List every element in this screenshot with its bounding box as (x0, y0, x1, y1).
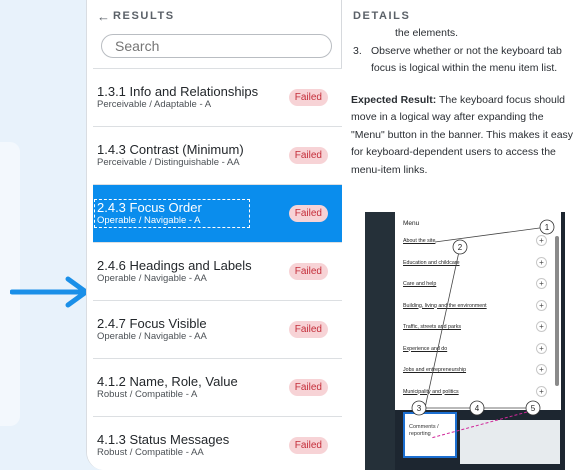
result-item[interactable]: 4.1.3 Status Messages Robust / Compatible… (93, 416, 342, 470)
expected-label: Expected Result: (351, 93, 437, 106)
result-item[interactable]: 2.4.3 Focus Order Operable / Navigable - … (93, 184, 342, 242)
result-category: Robust / Compatible - AA (97, 447, 204, 458)
svg-text:2: 2 (458, 243, 463, 252)
step-text: Observe whether or not the keyboard tab … (371, 44, 562, 75)
result-item[interactable]: 1.4.3 Contrast (Minimum) Perceivable / Di… (93, 126, 342, 184)
figure-step-marker: 5 (525, 400, 541, 416)
figure-step-marker: 1 (539, 219, 555, 235)
result-text: 1.4.3 Contrast (Minimum) Perceivable / Di… (93, 142, 244, 169)
figure-connector-line (434, 226, 548, 243)
result-text: 4.1.3 Status Messages Robust / Compatible… (93, 432, 229, 459)
figure-annotations: 1 2 3 4 5 (411, 219, 555, 439)
result-text: 4.1.2 Name, Role, Value Robust / Compatib… (93, 374, 238, 401)
expected-result: Expected Result: The keyboard focus shou… (351, 92, 575, 180)
result-title: 4.1.2 Name, Role, Value (97, 374, 238, 389)
status-badge: Failed (288, 205, 328, 222)
focus-indicator (94, 199, 250, 228)
details-body: the elements. 3. Observe whether or not t… (343, 25, 580, 179)
details-panel: DETAILS the elements. 3. Observe whether … (343, 0, 580, 470)
screenshot-figure: Menu About the site + Education and childc… (365, 212, 565, 470)
result-category: Robust / Compatible - A (97, 389, 198, 400)
figure-step-marker: 2 (452, 239, 468, 255)
result-text: 1.3.1 Info and Relationships Perceivable … (93, 84, 258, 111)
result-text: 2.4.6 Headings and Labels Operable / Navi… (93, 258, 252, 285)
status-badge: Failed (288, 147, 328, 164)
result-item[interactable]: 2.4.7 Focus Visible Operable / Navigable … (93, 300, 342, 358)
step-3: 3. Observe whether or not the keyboard ta… (351, 43, 575, 78)
status-badge: Failed (288, 379, 328, 396)
result-title: 2.4.7 Focus Visible (97, 316, 207, 331)
result-title: 2.4.6 Headings and Labels (97, 258, 252, 273)
svg-text:1: 1 (545, 223, 550, 232)
results-header: ← RESULTS (87, 0, 341, 32)
result-category: Operable / Navigable - AA (97, 273, 207, 284)
back-arrow-icon[interactable]: ← (97, 9, 110, 24)
status-badge: Failed (288, 437, 328, 454)
result-title: 1.4.3 Contrast (Minimum) (97, 142, 244, 157)
status-badge: Failed (288, 321, 328, 338)
figure-connector-line (424, 246, 461, 409)
svg-text:3: 3 (417, 404, 422, 413)
result-item[interactable]: 2.4.6 Headings and Labels Operable / Navi… (93, 242, 342, 300)
app-window: ← RESULTS 1.3.1 Info and RelationshipsPe… (86, 0, 580, 470)
result-category: Perceivable / Adaptable - A (97, 99, 212, 110)
svg-text:4: 4 (475, 404, 480, 413)
arrow-right-icon (10, 276, 89, 308)
status-badge: Failed (288, 263, 328, 280)
result-item[interactable]: 4.1.2 Name, Role, Value Robust / Compatib… (93, 358, 342, 416)
step-number: 3. (353, 44, 362, 57)
result-text: 2.4.7 Focus Visible Operable / Navigable … (93, 316, 207, 343)
svg-text:5: 5 (531, 404, 536, 413)
figure-step-marker: 3 (411, 400, 427, 416)
results-panel: ← RESULTS 1.3.1 Info and RelationshipsPe… (87, 0, 342, 470)
result-category: Perceivable / Distinguishable - AA (97, 157, 240, 168)
figure-step-marker: 4 (469, 400, 485, 416)
search-input[interactable] (101, 34, 332, 58)
result-title: 4.1.3 Status Messages (97, 432, 230, 447)
results-title: RESULTS (113, 10, 175, 22)
results-list: 1.3.1 Info and Relationships Perceivable … (93, 68, 342, 470)
step-continuation: the elements. (395, 27, 459, 39)
result-title: 1.3.1 Info and Relationships (97, 84, 259, 99)
result-item[interactable]: 1.3.1 Info and Relationships Perceivable … (93, 68, 342, 126)
result-category: Operable / Navigable - AA (97, 331, 207, 342)
status-badge: Failed (288, 89, 328, 106)
figure-focus-connector (430, 411, 528, 439)
